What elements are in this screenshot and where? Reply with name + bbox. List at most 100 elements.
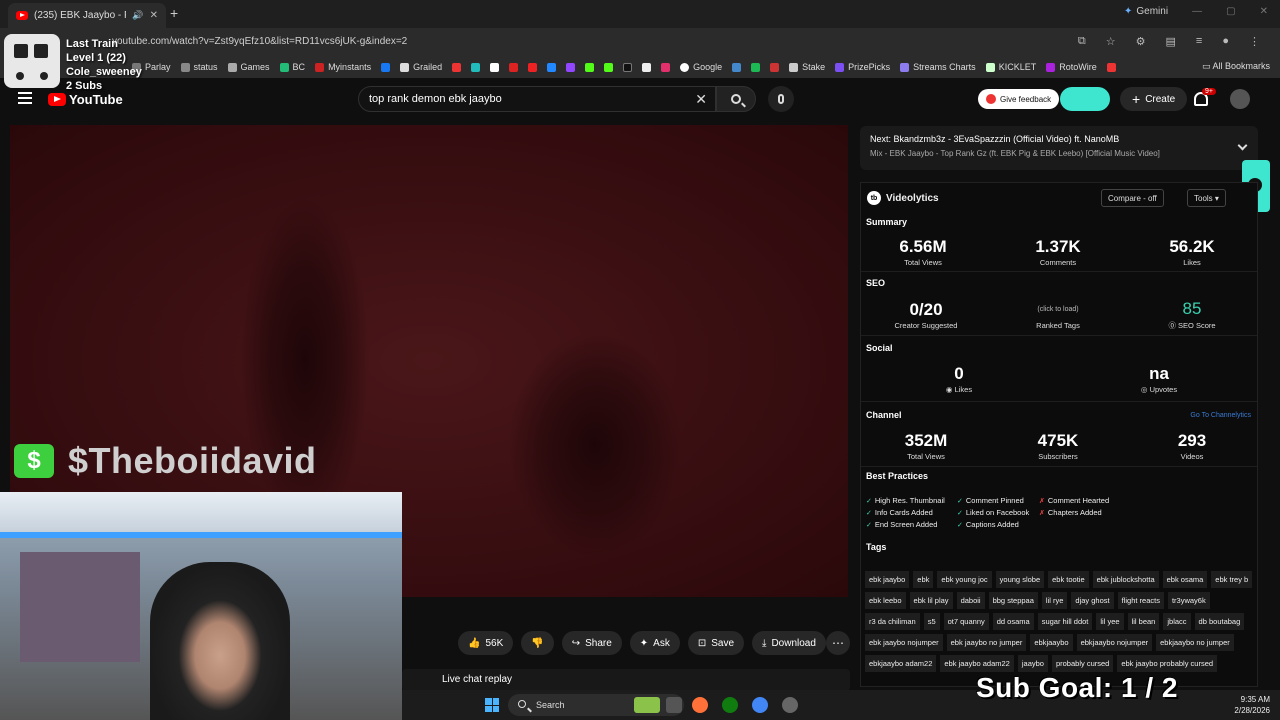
bookmark-icon[interactable]: [661, 62, 671, 72]
youtube-logo[interactable]: YouTube: [48, 92, 123, 107]
bookmark-item[interactable]: Streams Charts: [900, 62, 976, 72]
gemini-button[interactable]: ✦ Gemini: [1124, 6, 1168, 17]
tools-button[interactable]: Tools ▾: [1187, 189, 1226, 207]
search-button[interactable]: [716, 86, 756, 112]
tag-chip[interactable]: ebk jaaybo: [865, 571, 910, 588]
tag-chip[interactable]: young slobe: [995, 571, 1045, 588]
tag-chip[interactable]: ebk jaaybo adam22: [940, 655, 1014, 672]
maximize-icon[interactable]: ▢: [1226, 6, 1235, 17]
chrome-icon[interactable]: [752, 697, 768, 713]
bookmark-icon[interactable]: [751, 62, 761, 72]
browser-tab[interactable]: (235) EBK Jaaybo - Probably 🔊 ✕: [8, 3, 166, 28]
tag-chip[interactable]: ebk: [913, 571, 934, 588]
tag-chip[interactable]: s5: [923, 613, 940, 630]
bookmark-star-icon[interactable]: ☆: [1106, 35, 1116, 48]
bookmark-icon[interactable]: [471, 62, 481, 72]
tag-chip[interactable]: ebk jaaybo nojumper: [865, 634, 943, 651]
up-next-panel[interactable]: Next: Bkandzmb3z - 3EvaSpazzzin (Officia…: [860, 126, 1258, 170]
tag-chip[interactable]: dd osama: [992, 613, 1034, 630]
tag-chip[interactable]: bbg steppaa: [988, 592, 1038, 609]
minimize-icon[interactable]: —: [1192, 6, 1202, 17]
close-tab-icon[interactable]: ✕: [150, 10, 158, 21]
tag-chip[interactable]: ebk jublockshotta: [1092, 571, 1159, 588]
tag-chip[interactable]: ot7 quanny: [943, 613, 989, 630]
bookmark-icon[interactable]: [642, 62, 652, 72]
like-button[interactable]: 👍 56K: [458, 631, 514, 655]
voice-search-button[interactable]: [768, 86, 794, 112]
tag-chip[interactable]: sugar hill ddot: [1037, 613, 1093, 630]
bookmark-icon[interactable]: [528, 62, 538, 72]
widget-icon[interactable]: [634, 697, 660, 713]
tag-chip[interactable]: flight reacts: [1117, 592, 1164, 609]
app-icon[interactable]: [782, 697, 798, 713]
channelytics-link[interactable]: Go To Channelytics: [1190, 412, 1251, 419]
tag-chip[interactable]: ebk leebo: [865, 592, 906, 609]
bookmark-icon[interactable]: [566, 62, 576, 72]
tag-chip[interactable]: ebkjaaybo no jumper: [1156, 634, 1234, 651]
videolytics-toggle-button[interactable]: [1060, 87, 1110, 111]
bookmark-icon[interactable]: [770, 62, 780, 72]
tag-chip[interactable]: ebk young joc: [937, 571, 992, 588]
close-window-icon[interactable]: ✕: [1260, 6, 1268, 17]
task-view-icon[interactable]: [666, 697, 682, 713]
windows-start-icon[interactable]: [485, 698, 499, 712]
bookmark-item[interactable]: Grailed: [400, 62, 442, 72]
avatar[interactable]: [1230, 89, 1250, 109]
stat-ranked-tags[interactable]: (click to load) Ranked Tags: [998, 306, 1118, 330]
tag-chip[interactable]: tr3yway6k: [1167, 592, 1210, 609]
media-icon[interactable]: ≡: [1196, 35, 1202, 48]
bookmark-item[interactable]: BC: [279, 62, 305, 72]
audio-icon[interactable]: 🔊: [132, 10, 143, 21]
bookmark-item[interactable]: Stake: [789, 62, 825, 72]
tag-chip[interactable]: ebk tootie: [1048, 571, 1089, 588]
tag-chip[interactable]: db boutabag: [1194, 613, 1245, 630]
tag-chip[interactable]: lil rye: [1041, 592, 1068, 609]
search-input[interactable]: top rank demon ebk jaaybo ✕: [358, 86, 716, 112]
more-options-icon[interactable]: ⋯: [826, 631, 850, 655]
menu-hamburger-icon[interactable]: [18, 92, 32, 104]
dislike-button[interactable]: 👎: [521, 631, 554, 655]
tag-chip[interactable]: daboii: [956, 592, 985, 609]
create-button[interactable]: + Create: [1120, 87, 1188, 111]
install-icon[interactable]: ⧉: [1078, 35, 1086, 48]
tag-chip[interactable]: ebkjaaybo: [1030, 634, 1073, 651]
tag-chip[interactable]: ebkjaaybo adam22: [865, 655, 937, 672]
share-button[interactable]: ↪ Share: [561, 631, 622, 655]
tag-chip[interactable]: r3 da chiliman: [865, 613, 920, 630]
sidepanel-icon[interactable]: ▤: [1166, 35, 1176, 48]
bookmark-item[interactable]: Google: [680, 62, 722, 72]
firefox-icon[interactable]: [692, 697, 708, 713]
bookmark-icon[interactable]: [585, 62, 595, 72]
tag-chip[interactable]: lil yee: [1096, 613, 1124, 630]
bookmark-item[interactable]: status: [180, 62, 218, 72]
tag-chip[interactable]: ebk jaaybo no jumper: [946, 634, 1027, 651]
bookmark-icon[interactable]: [623, 62, 633, 72]
bookmark-icon[interactable]: [547, 62, 557, 72]
tag-chip[interactable]: ebk osama: [1162, 571, 1208, 588]
tag-chip[interactable]: djay ghost: [1071, 592, 1114, 609]
bookmark-icon[interactable]: [732, 62, 742, 72]
menu-icon[interactable]: ⋮: [1249, 35, 1260, 48]
give-feedback-button[interactable]: Give feedback: [978, 89, 1060, 109]
new-tab-button[interactable]: +: [170, 5, 178, 21]
bookmark-item[interactable]: Games: [227, 62, 270, 72]
save-button[interactable]: ⊡ Save: [687, 631, 745, 655]
bookmark-icon[interactable]: [490, 62, 500, 72]
bookmark-item[interactable]: PrizePicks: [835, 62, 890, 72]
compare-button[interactable]: Compare - off: [1101, 189, 1164, 207]
url-field[interactable]: youtube.com/watch?v=Zst9yqEfz10&list=RD1…: [112, 36, 407, 47]
bookmark-item[interactable]: RotoWire: [1046, 62, 1097, 72]
profile-icon[interactable]: ●: [1222, 35, 1229, 48]
bookmark-icon[interactable]: [1106, 62, 1116, 72]
xbox-icon[interactable]: [722, 697, 738, 713]
bookmark-icon[interactable]: [509, 62, 519, 72]
facebook-icon[interactable]: [381, 62, 391, 72]
tag-chip[interactable]: ebk jaaybo probably cursed: [1117, 655, 1218, 672]
tag-chip[interactable]: lil bean: [1127, 613, 1160, 630]
tag-chip[interactable]: ebkjaaybo nojumper: [1076, 634, 1153, 651]
bookmark-icon[interactable]: [452, 62, 462, 72]
tag-chip[interactable]: jblacc: [1163, 613, 1191, 630]
bookmark-icon[interactable]: [604, 62, 614, 72]
tag-chip[interactable]: jaaybo: [1017, 655, 1048, 672]
bookmark-item[interactable]: KICKLET: [985, 62, 1036, 72]
